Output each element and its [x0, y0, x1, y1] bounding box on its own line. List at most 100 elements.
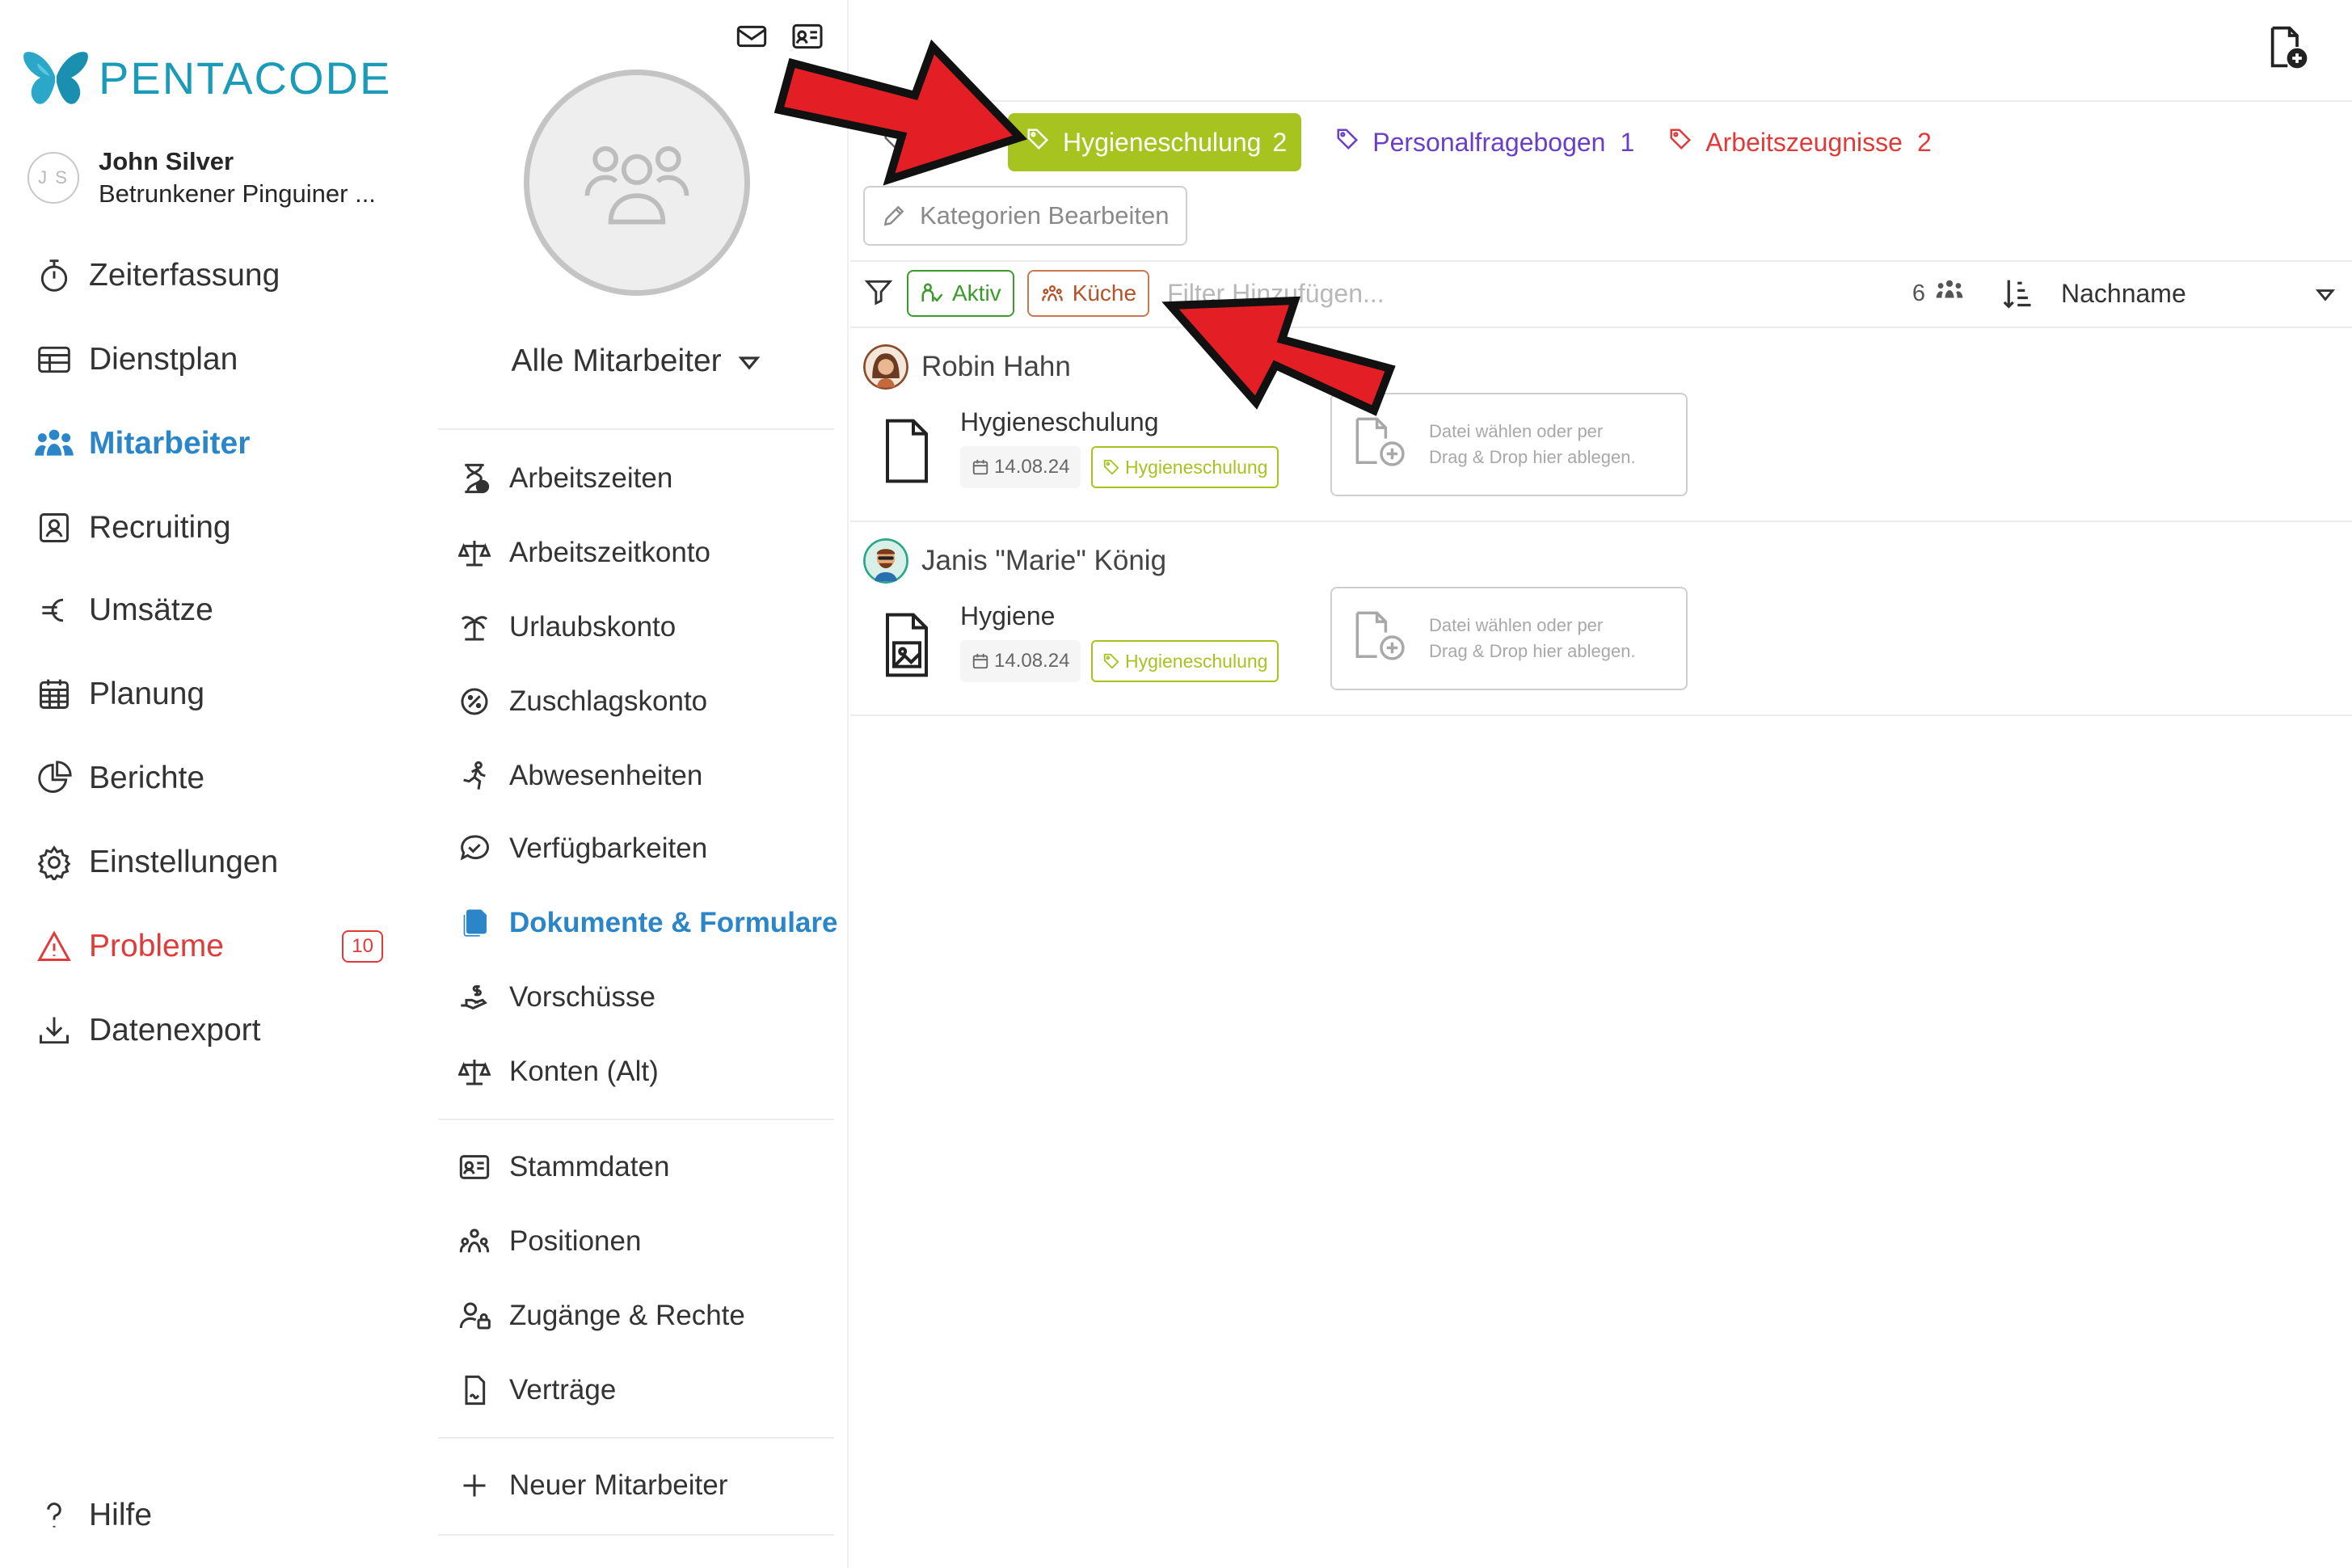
filter-icon[interactable]: [863, 276, 894, 311]
file-icon: [881, 419, 933, 487]
user-profile[interactable]: J S John Silver Betrunkener Pinguiner ..…: [27, 145, 376, 210]
euro-icon: [32, 588, 76, 632]
avatar[interactable]: [863, 344, 908, 390]
employee-selector[interactable]: Alle Mitarbeiter: [424, 344, 849, 379]
nav-item-umsaetze[interactable]: Umsätze: [32, 582, 396, 639]
image-file-icon: [881, 613, 933, 681]
sub-item-stammdaten[interactable]: Stammdaten: [456, 1143, 669, 1191]
nav-item-recruiting[interactable]: Recruiting: [32, 499, 396, 556]
sub-item-vertraege[interactable]: Verträge: [456, 1366, 616, 1414]
filter-input[interactable]: [1167, 278, 1475, 309]
hourglass-icon: [456, 460, 493, 497]
sub-item-zugaenge[interactable]: Zugänge & Rechte: [456, 1292, 745, 1340]
document-item[interactable]: Hygieneschulung 14.08.24 Hygieneschulung…: [863, 393, 1696, 512]
caret-down-icon: [2315, 279, 2336, 309]
edit-categories-button[interactable]: Kategorien Bearbeiten: [863, 186, 1187, 246]
hand-dollar-icon: [456, 979, 493, 1016]
tag-icon: [1026, 127, 1050, 158]
nav-item-probleme[interactable]: Probleme 10: [32, 918, 396, 975]
contact-card-icon[interactable]: [790, 23, 824, 54]
people-group-icon: [1040, 282, 1064, 305]
nav-label: Zeiterfassung: [89, 258, 280, 293]
document-date-value: 14.08.24: [994, 650, 1070, 672]
file-drop-zone[interactable]: Datei wählen oder per Drag & Drop hier a…: [1330, 587, 1688, 690]
sub-item-label: Zugänge & Rechte: [509, 1300, 745, 1331]
mail-icon[interactable]: [736, 23, 768, 54]
tag-count: 2: [1272, 127, 1288, 157]
nav-item-einstellungen[interactable]: Einstellungen: [32, 834, 396, 891]
employee-name[interactable]: Janis "Marie" König: [921, 545, 1166, 577]
id-badge-icon: [32, 506, 76, 550]
sub-item-arbeitszeiten[interactable]: Arbeitszeiten: [456, 454, 672, 503]
plus-icon: [456, 1467, 493, 1504]
sub-item-label: Arbeitszeiten: [509, 462, 673, 494]
document-item[interactable]: Hygiene 14.08.24 Hygieneschulung Datei w…: [863, 587, 1696, 706]
document-date: 14.08.24: [960, 446, 1081, 488]
sub-item-abwesenheiten[interactable]: Abwesenheiten: [456, 752, 702, 800]
divider: [438, 1119, 834, 1120]
sort-icon[interactable]: [2001, 277, 2037, 310]
avatar[interactable]: [863, 538, 908, 584]
nav-item-datenexport[interactable]: Datenexport: [32, 1002, 396, 1059]
edit-categories-label: Kategorien Bearbeiten: [920, 201, 1170, 230]
tag-all[interactable]: Alle 5: [883, 127, 982, 158]
people-icon: [1933, 278, 1966, 309]
employee-row: Janis "Marie" König Hygiene 14.08.24 Hyg…: [863, 537, 2352, 714]
filter-chip-aktiv[interactable]: Aktiv: [907, 270, 1014, 317]
divider: [438, 1437, 834, 1439]
sub-item-verfuegbarkeiten[interactable]: Verfügbarkeiten: [456, 824, 707, 873]
tag-icon: [1335, 127, 1359, 158]
calendar-icon: [972, 458, 989, 476]
tag-icon: [1668, 127, 1692, 158]
filter-bar: Aktiv Küche 6 Nachname: [863, 268, 2352, 318]
employee-name[interactable]: Robin Hahn: [921, 351, 1071, 383]
user-lock-icon: [456, 1297, 493, 1334]
add-file-icon: [1353, 416, 1410, 474]
nav-label: Mitarbeiter: [89, 426, 251, 461]
tag-all-count: 5: [967, 128, 982, 156]
nav-item-mitarbeiter[interactable]: Mitarbeiter: [32, 415, 396, 472]
calendar-icon: [32, 672, 76, 716]
sub-item-urlaubskonto[interactable]: Urlaubskonto: [456, 603, 676, 651]
nav-item-dienstplan[interactable]: Dienstplan: [32, 331, 396, 388]
category-tabs: Alle 5 Hygieneschulung 2 Personalfragebo…: [883, 113, 1932, 171]
sub-item-vorschuesse[interactable]: Vorschüsse: [456, 973, 655, 1022]
nav-item-hilfe[interactable]: Hilfe: [32, 1487, 396, 1544]
sort-select[interactable]: Nachname: [2061, 279, 2336, 309]
sub-item-dokumente[interactable]: Dokumente & Formulare: [456, 899, 837, 947]
tag-personalfragebogen[interactable]: Personalfragebogen 1: [1335, 127, 1634, 158]
butterfly-logo-icon: [23, 52, 88, 104]
nav-label: Recruiting: [89, 510, 231, 545]
download-icon: [32, 1009, 76, 1052]
filter-chip-kueche[interactable]: Küche: [1026, 270, 1150, 317]
sub-item-zuschlagskonto[interactable]: Zuschlagskonto: [456, 677, 707, 726]
tag-hygieneschulung[interactable]: Hygieneschulung 2: [1007, 113, 1302, 171]
nav-item-planung[interactable]: Planung: [32, 666, 396, 723]
new-document-icon[interactable]: [2263, 24, 2308, 74]
group-users-icon: [584, 146, 689, 225]
sub-item-konten-alt[interactable]: Konten (Alt): [456, 1047, 659, 1096]
palm-tree-icon: [456, 609, 493, 646]
sub-item-arbeitszeitkonto[interactable]: Arbeitszeitkonto: [456, 529, 710, 577]
divider: [850, 327, 2352, 328]
nav-item-berichte[interactable]: Berichte: [32, 750, 396, 807]
document-title: Hygieneschulung: [960, 407, 1159, 436]
logo[interactable]: PENTACODE: [23, 45, 391, 110]
tag-arbeitszeugnisse[interactable]: Arbeitszeugnisse 2: [1668, 127, 1932, 158]
sub-item-label: Arbeitszeitkonto: [509, 537, 711, 568]
nav-item-zeiterfassung[interactable]: Zeiterfassung: [32, 247, 396, 304]
sub-item-label: Dokumente & Formulare: [509, 907, 838, 938]
sub-item-positionen[interactable]: Positionen: [456, 1217, 641, 1266]
chip-label: Küche: [1072, 280, 1137, 306]
nav-label: Probleme: [89, 929, 224, 963]
file-drop-zone[interactable]: Datei wählen oder per Drag & Drop hier a…: [1330, 393, 1688, 496]
tag-label: Hygieneschulung: [1062, 127, 1262, 157]
contract-icon: [456, 1372, 493, 1409]
sub-item-label: Urlaubskonto: [509, 611, 677, 643]
new-employee-button[interactable]: Neuer Mitarbeiter: [456, 1461, 727, 1510]
tag-icon: [1102, 458, 1120, 476]
divider: [438, 1534, 834, 1536]
nav-label: Hilfe: [89, 1498, 153, 1532]
company-name: Betrunkener Pinguiner ...: [99, 179, 376, 208]
group-avatar[interactable]: [524, 70, 750, 296]
